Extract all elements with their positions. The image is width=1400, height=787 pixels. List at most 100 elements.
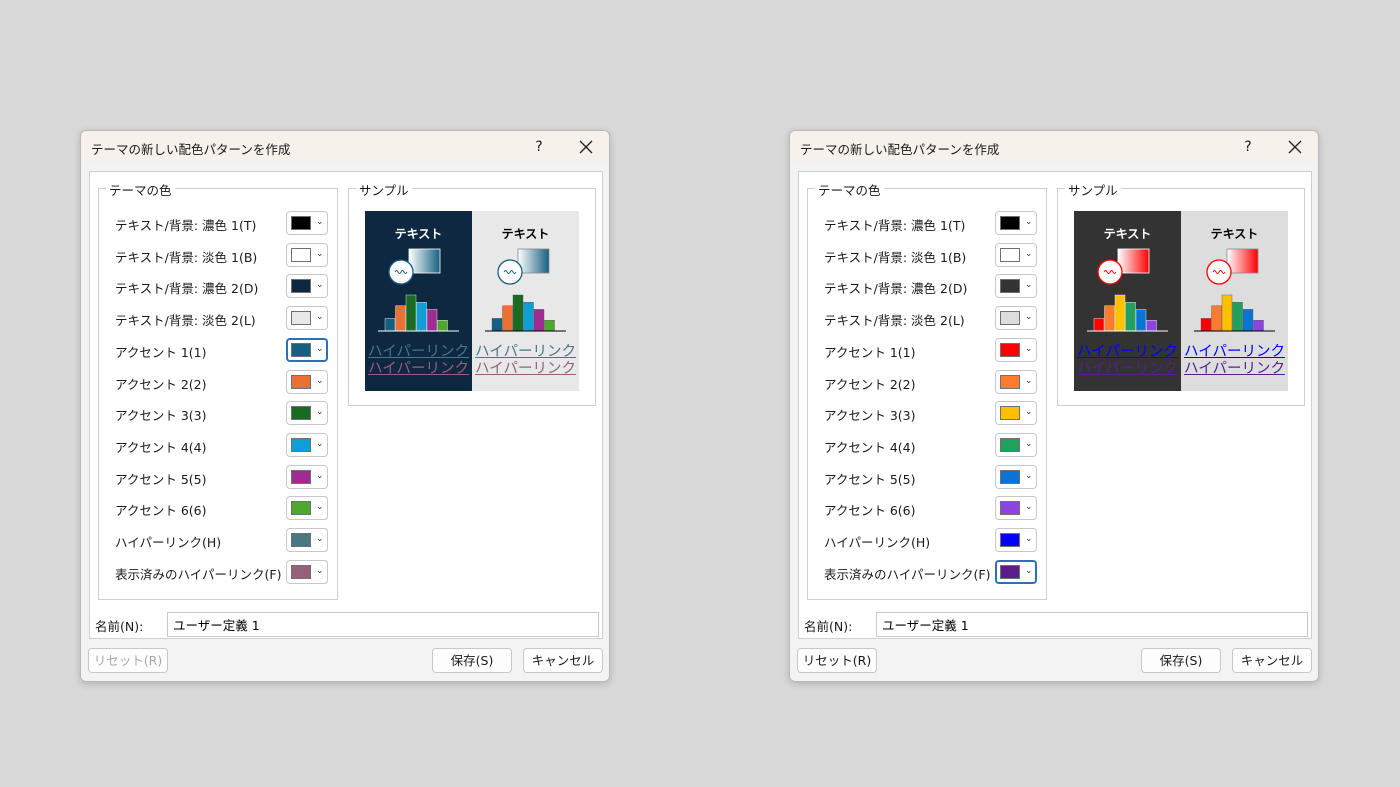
chevron-down-icon: ⌄ [316, 217, 324, 227]
preview-bar [1093, 318, 1105, 332]
color-swatch [1000, 342, 1020, 357]
color-swatch [291, 501, 311, 516]
color-picker-button[interactable]: ⌄ [995, 401, 1037, 426]
theme-color-row: テキスト/背景: 淡色 1(B) ⌄ [115, 242, 329, 267]
preview-bar [405, 294, 417, 332]
color-picker-button[interactable]: ⌄ [995, 432, 1037, 457]
color-swatch [291, 342, 311, 357]
color-picker-button[interactable]: ⌄ [286, 211, 328, 235]
save-button[interactable]: 保存(S) [432, 648, 512, 673]
preview-dark-half: テキスト ハイパーリンク ハイパーリンク [1074, 211, 1181, 391]
theme-color-label: アクセント 2(2) [824, 376, 916, 392]
name-input[interactable] [876, 612, 1308, 637]
color-picker-button[interactable]: ⌄ [286, 432, 328, 457]
reset-button[interactable]: リセット(R) [88, 648, 168, 673]
preview-hyperlink: ハイパーリンク [1184, 344, 1285, 360]
close-button[interactable] [571, 135, 601, 159]
sample-legend: サンプル [356, 180, 412, 199]
color-picker-button[interactable]: ⌄ [995, 337, 1037, 362]
color-swatch [1000, 374, 1020, 389]
preview-hyperlink: ハイパーリンク [1077, 344, 1178, 360]
color-picker-button[interactable]: ⌄ [995, 274, 1037, 299]
preview-hyperlink: ハイパーリンク [475, 344, 576, 360]
create-color-scheme-dialog: テーマの新しい配色パターンを作成 ? テーマの色 テキスト/背景: 濃色 1(T… [80, 130, 610, 682]
theme-color-row: テキスト/背景: 淡色 2(L) ⌄ [824, 306, 1038, 331]
theme-color-label: アクセント 6(6) [824, 503, 916, 519]
color-picker-button[interactable]: ⌄ [286, 464, 328, 489]
color-swatch [291, 533, 311, 547]
chevron-down-icon: ⌄ [316, 470, 324, 481]
theme-color-label: アクセント 3(3) [115, 408, 207, 424]
preview-links: ハイパーリンク ハイパーリンク [365, 344, 472, 378]
color-picker-button[interactable]: ⌄ [995, 369, 1037, 394]
help-button[interactable]: ? [1236, 135, 1260, 159]
color-picker-button[interactable]: ⌄ [286, 559, 328, 584]
theme-color-label: テキスト/背景: 濃色 1(T) [115, 218, 257, 233]
dialog-titlebar[interactable]: テーマの新しい配色パターンを作成 ? [81, 131, 609, 163]
theme-color-row: 表示済みのハイパーリンク(F) ⌄ [115, 559, 329, 584]
theme-color-label: アクセント 6(6) [115, 503, 207, 519]
theme-color-label: ハイパーリンク(H) [115, 535, 222, 550]
close-icon [1288, 140, 1302, 154]
chevron-down-icon: ⌄ [1025, 375, 1033, 386]
preview-bar [1114, 294, 1126, 332]
color-picker-button[interactable]: ⌄ [995, 211, 1037, 235]
theme-color-label: テキスト/背景: 淡色 1(B) [824, 249, 967, 265]
preview-light-half: テキスト ハイパーリンク ハイパーリンク [472, 211, 579, 391]
preview-gradient-box [517, 248, 550, 274]
preview-dark-half: テキスト ハイパーリンク ハイパーリンク [365, 211, 472, 391]
name-input[interactable] [167, 612, 599, 637]
preview-bar [1146, 319, 1157, 332]
dialog-titlebar[interactable]: テーマの新しい配色パターンを作成 ? [790, 131, 1318, 163]
color-picker-button[interactable]: ⌄ [286, 274, 328, 299]
theme-color-label: アクセント 1(1) [824, 344, 916, 360]
color-picker-button[interactable]: ⌄ [995, 528, 1037, 552]
color-picker-button[interactable]: ⌄ [995, 496, 1037, 521]
theme-color-row: アクセント 3(3) ⌄ [824, 401, 1038, 426]
preview-graphic [485, 248, 566, 332]
color-swatch [291, 279, 311, 294]
theme-color-label: テキスト/背景: 淡色 2(L) [824, 313, 965, 329]
color-picker-button[interactable]: ⌄ [286, 242, 328, 267]
color-swatch [291, 374, 311, 389]
help-button[interactable]: ? [527, 135, 551, 159]
preview-light-half: テキスト ハイパーリンク ハイパーリンク [1181, 211, 1288, 391]
theme-color-row: テキスト/背景: 濃色 2(D) ⌄ [824, 274, 1038, 299]
chevron-down-icon: ⌄ [316, 502, 324, 513]
color-swatch [1000, 247, 1020, 262]
color-picker-button[interactable]: ⌄ [995, 306, 1037, 331]
color-swatch [291, 437, 311, 452]
close-icon [579, 140, 593, 154]
color-picker-button[interactable]: ⌄ [995, 464, 1037, 489]
reset-button[interactable]: リセット(R) [797, 648, 877, 673]
color-picker-button[interactable]: ⌄ [995, 242, 1037, 267]
color-picker-button[interactable]: ⌄ [286, 337, 328, 362]
sample-group: サンプル テキスト ハイパーリンク ハイパーリンク テキスト ハイパーリンク ハ… [1057, 180, 1305, 406]
save-button[interactable]: 保存(S) [1141, 648, 1221, 673]
color-swatch [291, 469, 311, 484]
name-label: 名前(N): [804, 619, 853, 634]
preview-gradient-box [1226, 248, 1259, 274]
close-button[interactable] [1280, 135, 1310, 159]
preview-bar [1211, 305, 1222, 332]
color-picker-button[interactable]: ⌄ [995, 559, 1037, 584]
create-color-scheme-dialog: テーマの新しい配色パターンを作成 ? テーマの色 テキスト/背景: 濃色 1(T… [789, 130, 1319, 682]
preview-bar [395, 305, 406, 332]
sample-group: サンプル テキスト ハイパーリンク ハイパーリンク テキスト ハイパーリンク ハ… [348, 180, 596, 406]
chevron-down-icon: ⌄ [1025, 280, 1033, 291]
theme-color-row: テキスト/背景: 濃色 1(T) ⌄ [115, 211, 329, 235]
color-picker-button[interactable]: ⌄ [286, 306, 328, 331]
theme-color-row: テキスト/背景: 淡色 2(L) ⌄ [115, 306, 329, 331]
color-picker-button[interactable]: ⌄ [286, 496, 328, 521]
preview-bar [416, 301, 427, 332]
chevron-down-icon: ⌄ [1025, 407, 1033, 418]
preview-visited-hyperlink: ハイパーリンク [368, 361, 469, 377]
theme-color-row: アクセント 3(3) ⌄ [115, 401, 329, 426]
color-picker-button[interactable]: ⌄ [286, 369, 328, 394]
color-picker-button[interactable]: ⌄ [286, 528, 328, 552]
preview-visited-hyperlink: ハイパーリンク [475, 361, 576, 377]
color-swatch [291, 247, 311, 262]
color-picker-button[interactable]: ⌄ [286, 401, 328, 426]
cancel-button[interactable]: キャンセル [523, 648, 603, 673]
cancel-button[interactable]: キャンセル [1232, 648, 1312, 673]
